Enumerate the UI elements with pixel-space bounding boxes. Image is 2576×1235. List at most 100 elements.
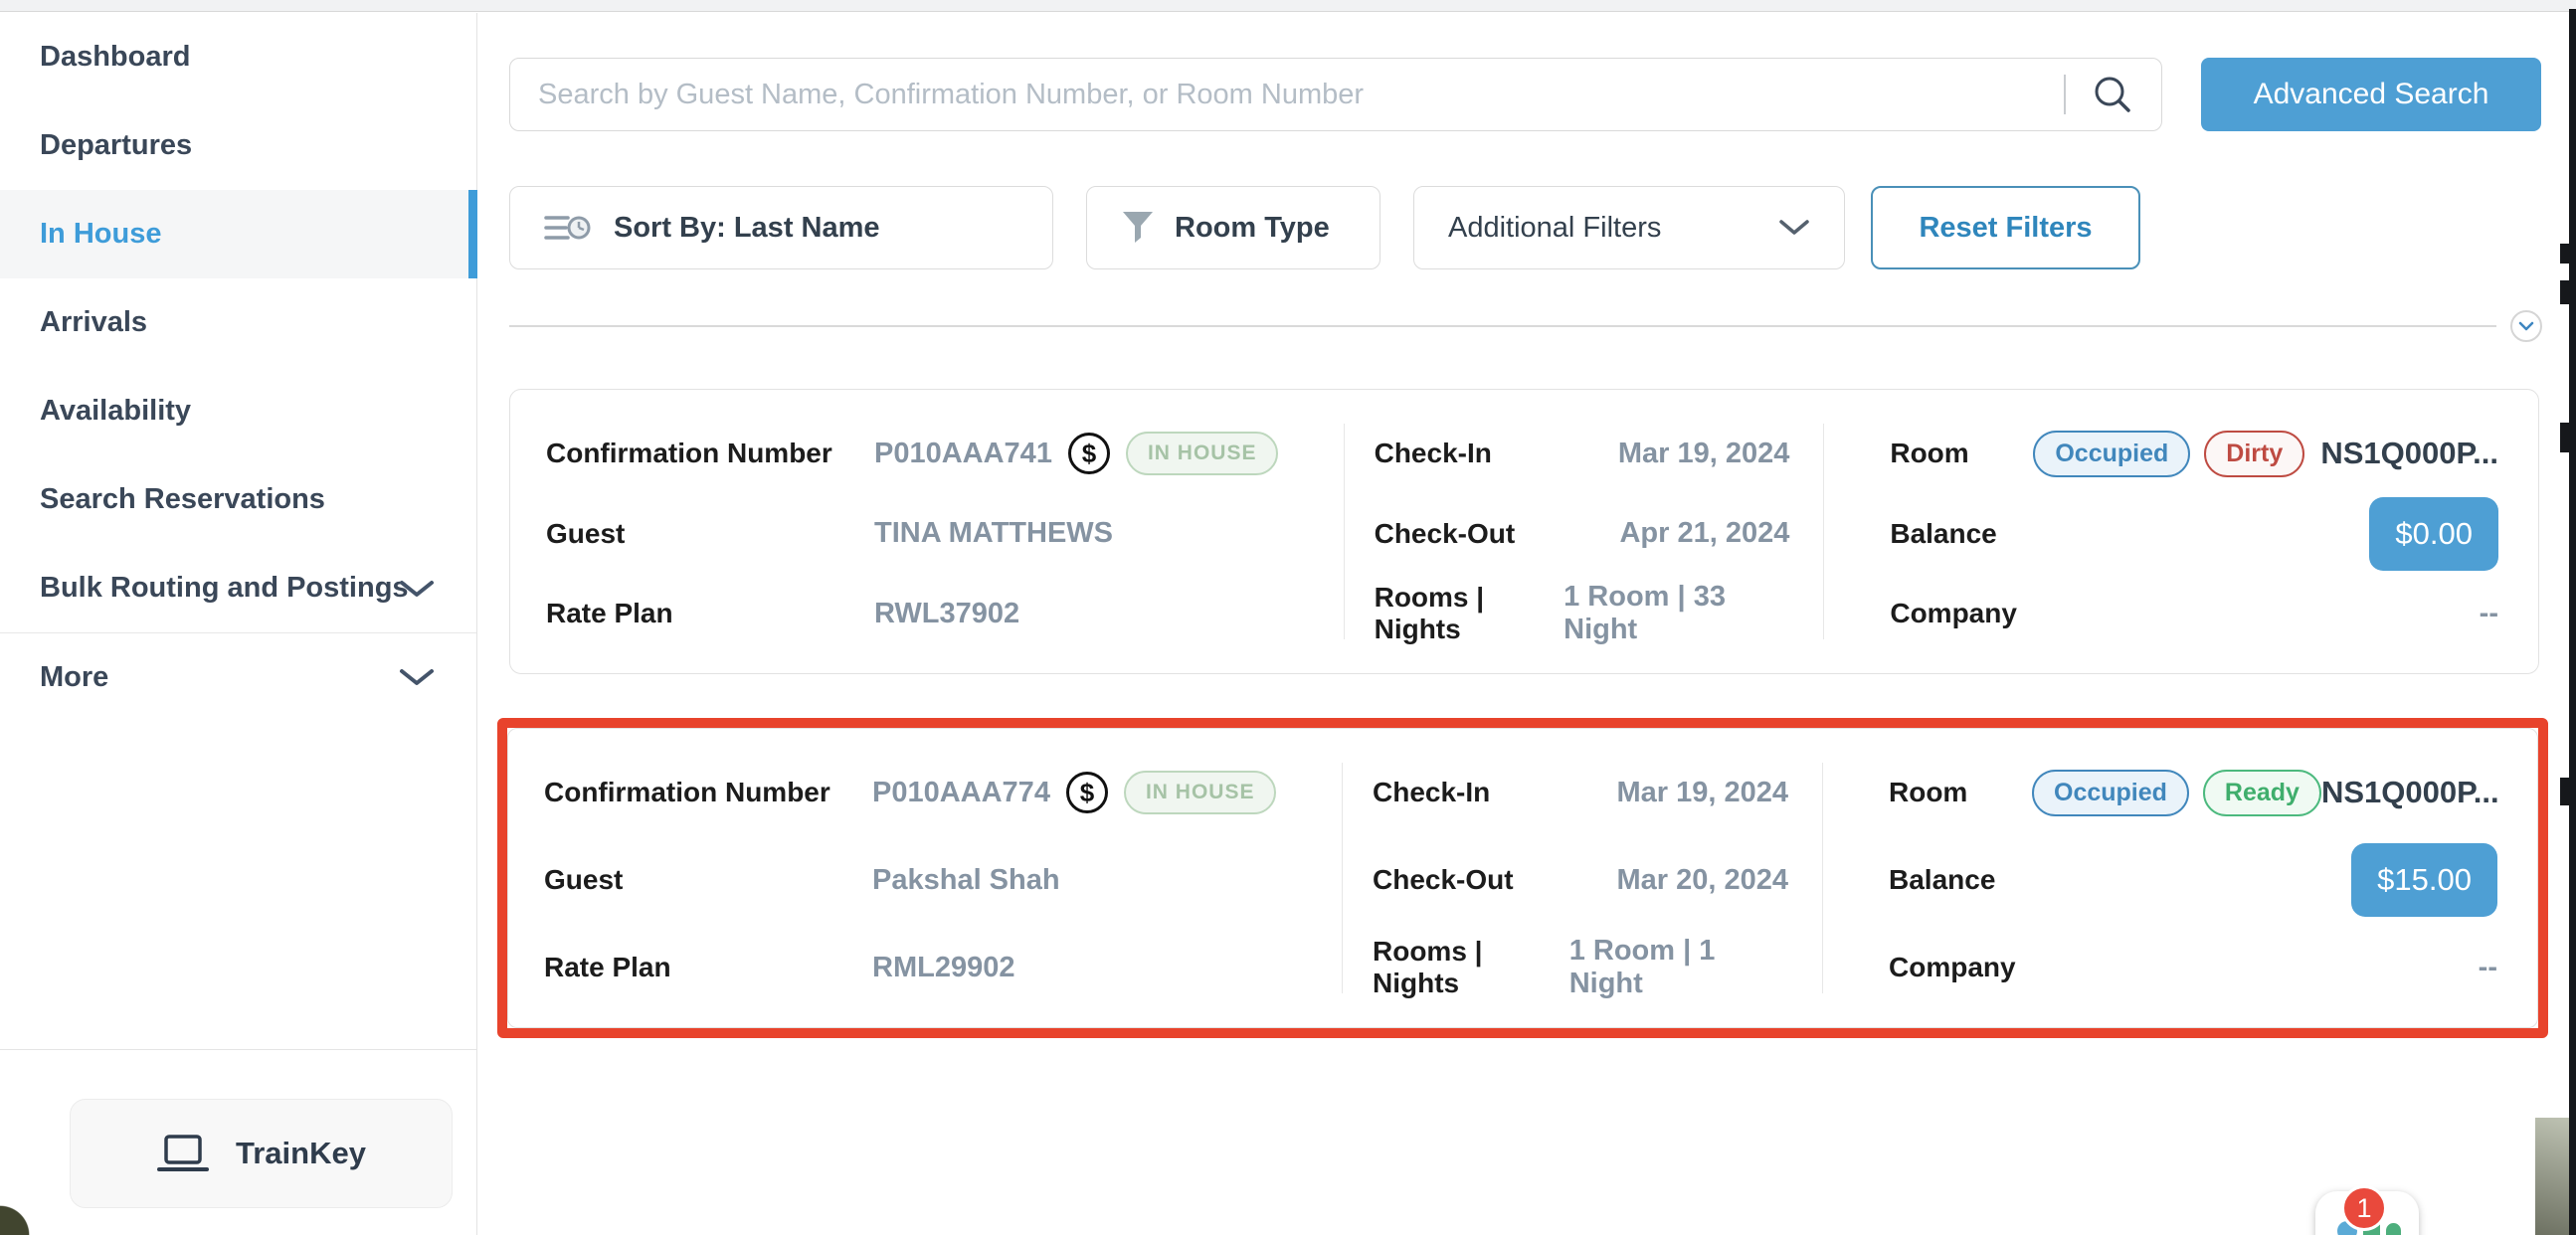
section-divider bbox=[509, 325, 2496, 327]
sidebar-item-search-reservations[interactable]: Search Reservations bbox=[0, 455, 476, 544]
sidebar-item-label: In House bbox=[40, 218, 161, 251]
sidebar-item-availability[interactable]: Availability bbox=[0, 367, 476, 455]
sidebar-item-label: Departures bbox=[40, 129, 192, 162]
guest-label: Guest bbox=[546, 518, 874, 550]
chevron-down-icon bbox=[1778, 219, 1810, 237]
room-number: NS1Q000P... bbox=[2320, 436, 2498, 471]
stay-status-badge: IN HOUSE bbox=[1126, 432, 1279, 475]
sidebar: Dashboard Departures In House Arrivals A… bbox=[0, 13, 477, 1235]
occupancy-status-badge: Occupied bbox=[2032, 770, 2189, 816]
balance-label: Balance bbox=[1889, 864, 1995, 896]
confirmation-number-value: P010AAA774 bbox=[872, 777, 1050, 809]
card-dates-column: Check-In Mar 19, 2024 Check-Out Apr 21, … bbox=[1345, 390, 1824, 673]
check-out-date: Mar 20, 2024 bbox=[1616, 864, 1788, 897]
company-value: -- bbox=[2480, 598, 2498, 630]
sidebar-item-label: Search Reservations bbox=[40, 483, 325, 516]
sidebar-item-more[interactable]: More bbox=[0, 632, 476, 721]
notification-count: 1 bbox=[2356, 1193, 2371, 1224]
sidebar-item-bulk-routing-and-postings[interactable]: Bulk Routing and Postings bbox=[0, 544, 476, 632]
wallpaper-corner bbox=[2535, 1118, 2569, 1235]
adjacent-window-edge bbox=[2569, 9, 2576, 1235]
confirmation-number-label: Confirmation Number bbox=[544, 777, 872, 808]
payment-dollar-icon[interactable]: $ bbox=[1066, 772, 1108, 813]
room-label: Room bbox=[1889, 777, 2032, 808]
payment-dollar-icon[interactable]: $ bbox=[1068, 433, 1110, 474]
rooms-nights-label: Rooms | Nights bbox=[1373, 936, 1569, 999]
edge-artifact bbox=[2560, 423, 2569, 452]
app-window: Dashboard Departures In House Arrivals A… bbox=[0, 0, 2576, 1235]
chevron-down-icon bbox=[399, 579, 435, 599]
sidebar-item-label: Arrivals bbox=[40, 306, 147, 339]
room-label: Room bbox=[1890, 438, 2033, 469]
highlight-red-border: Confirmation Number P010AAA774 $ IN HOUS… bbox=[497, 718, 2548, 1038]
laptop-icon bbox=[156, 1133, 210, 1174]
collapse-toggle-button[interactable] bbox=[2510, 310, 2542, 342]
reservation-card[interactable]: Confirmation Number P010AAA741 $ IN HOUS… bbox=[509, 389, 2539, 674]
occupancy-status-badge: Occupied bbox=[2033, 431, 2190, 477]
edge-artifact bbox=[2560, 778, 2569, 805]
room-type-filter-button[interactable]: Room Type bbox=[1086, 186, 1380, 269]
search-input[interactable] bbox=[510, 59, 2064, 130]
check-out-date: Apr 21, 2024 bbox=[1619, 517, 1789, 550]
advanced-search-button[interactable]: Advanced Search bbox=[2201, 58, 2541, 131]
company-label: Company bbox=[1890, 598, 2017, 629]
wallpaper-corner bbox=[0, 1203, 38, 1235]
sidebar-item-dashboard[interactable]: Dashboard bbox=[0, 13, 476, 101]
trainkey-button[interactable]: TrainKey bbox=[70, 1099, 453, 1208]
rate-plan-label: Rate Plan bbox=[546, 598, 874, 629]
search-box bbox=[509, 58, 2162, 131]
sort-by-label: Sort By: Last Name bbox=[614, 212, 880, 245]
balance-badge[interactable]: $0.00 bbox=[2369, 497, 2498, 571]
card-guest-column: Confirmation Number P010AAA774 $ IN HOUS… bbox=[508, 729, 1342, 1027]
search-icon[interactable] bbox=[2090, 72, 2135, 117]
sidebar-item-departures[interactable]: Departures bbox=[0, 101, 476, 190]
card-guest-column: Confirmation Number P010AAA741 $ IN HOUS… bbox=[510, 390, 1344, 673]
housekeeping-status-badge: Ready bbox=[2203, 770, 2321, 816]
edge-artifact bbox=[2560, 280, 2569, 304]
chevron-down-icon bbox=[2518, 321, 2534, 331]
sidebar-item-label: Dashboard bbox=[40, 41, 190, 74]
sidebar-item-label: More bbox=[40, 661, 108, 694]
check-out-label: Check-Out bbox=[1373, 864, 1514, 896]
room-type-label: Room Type bbox=[1175, 212, 1330, 245]
sidebar-item-arrivals[interactable]: Arrivals bbox=[0, 278, 476, 367]
search-divider bbox=[2064, 75, 2066, 114]
housekeeping-status-badge: Dirty bbox=[2204, 431, 2304, 477]
rooms-nights-value: 1 Room | 33 Night bbox=[1564, 581, 1789, 646]
reservation-card[interactable]: Confirmation Number P010AAA774 $ IN HOUS… bbox=[507, 728, 2538, 1028]
check-in-date: Mar 19, 2024 bbox=[1618, 438, 1790, 470]
reset-filters-label: Reset Filters bbox=[1919, 212, 2092, 245]
reset-filters-button[interactable]: Reset Filters bbox=[1871, 186, 2140, 269]
sidebar-item-in-house[interactable]: In House bbox=[0, 190, 476, 278]
rate-plan-value: RML29902 bbox=[872, 952, 1014, 984]
browser-top-strip bbox=[0, 0, 2576, 12]
guest-name: Pakshal Shah bbox=[872, 864, 1060, 897]
additional-filters-dropdown[interactable]: Additional Filters bbox=[1413, 186, 1845, 269]
check-in-date: Mar 19, 2024 bbox=[1616, 777, 1788, 809]
funnel-icon bbox=[1121, 210, 1155, 246]
card-room-column: Room Occupied Ready NS1Q000P... Balance … bbox=[1823, 729, 2537, 1027]
rooms-nights-value: 1 Room | 1 Night bbox=[1569, 935, 1788, 1000]
sort-clock-icon bbox=[544, 210, 592, 246]
company-label: Company bbox=[1889, 952, 2016, 983]
rooms-nights-label: Rooms | Nights bbox=[1375, 582, 1564, 645]
rate-plan-label: Rate Plan bbox=[544, 952, 872, 983]
confirmation-number-label: Confirmation Number bbox=[546, 438, 874, 469]
company-value: -- bbox=[2479, 952, 2497, 984]
check-in-label: Check-In bbox=[1373, 777, 1490, 808]
sort-by-button[interactable]: Sort By: Last Name bbox=[509, 186, 1053, 269]
guest-name: TINA MATTHEWS bbox=[874, 517, 1113, 550]
card-room-column: Room Occupied Dirty NS1Q000P... Balance … bbox=[1824, 390, 2538, 673]
notification-badge: 1 bbox=[2341, 1185, 2387, 1231]
sidebar-bottom-divider bbox=[0, 1049, 476, 1050]
confirmation-number-value: P010AAA741 bbox=[874, 438, 1052, 470]
chevron-down-icon bbox=[399, 667, 435, 687]
additional-filters-label: Additional Filters bbox=[1448, 212, 1661, 245]
sidebar-item-label: Availability bbox=[40, 395, 191, 428]
balance-badge[interactable]: $15.00 bbox=[2351, 843, 2497, 917]
guest-label: Guest bbox=[544, 864, 872, 896]
sidebar-item-label: Bulk Routing and Postings bbox=[40, 572, 409, 605]
rate-plan-value: RWL37902 bbox=[874, 598, 1019, 630]
edge-artifact bbox=[2560, 244, 2569, 264]
balance-label: Balance bbox=[1890, 518, 1996, 550]
